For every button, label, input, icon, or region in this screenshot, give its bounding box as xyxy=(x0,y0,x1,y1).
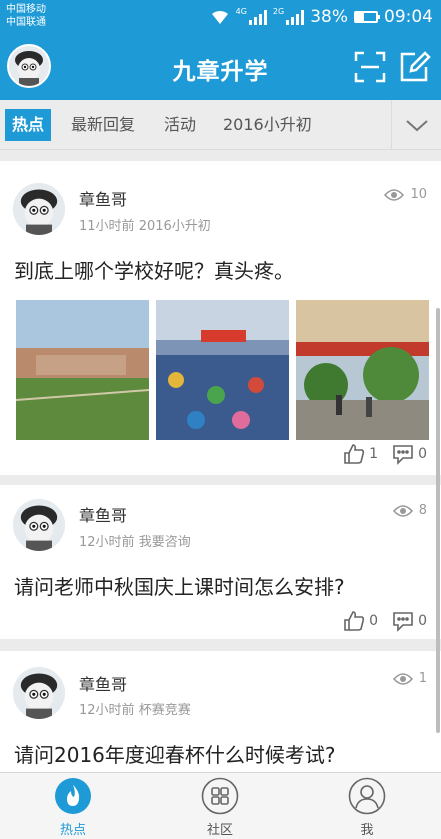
post-title[interactable]: 请问老师中秋国庆上课时间怎么安排? xyxy=(14,571,345,600)
post-time: 12小时前 xyxy=(79,703,135,718)
comment-icon xyxy=(393,612,413,632)
scan-button[interactable] xyxy=(353,50,387,84)
view-count-value: 1 xyxy=(418,671,427,686)
carrier-1: 中国移动 xyxy=(6,4,46,15)
like-button[interactable]: 0 xyxy=(343,610,378,632)
signal-icon xyxy=(248,9,267,25)
post-title[interactable]: 到底上哪个学校好呢？真头疼。 xyxy=(14,255,294,284)
scan-icon xyxy=(354,51,386,83)
network-type-1: 4G xyxy=(235,7,247,16)
post-title[interactable]: 请问2016年度迎春杯什么时候考试? xyxy=(14,739,336,768)
post-card[interactable]: 章鱼哥 12小时前 我要咨询 8 请问老师中秋国庆上课时间怎么安排? 0 0 xyxy=(0,485,441,639)
post-card[interactable]: 章鱼哥 11小时前 2016小升初 10 到底上哪个学校好呢？真头疼。 1 0 xyxy=(0,161,441,475)
comment-count: 0 xyxy=(418,446,427,462)
carrier-info: 中国移动 中国联通 xyxy=(6,3,46,29)
octopus-avatar-icon xyxy=(13,183,65,235)
battery-icon xyxy=(354,11,380,23)
post-category: 杯赛竞赛 xyxy=(138,703,191,718)
nav-community-label: 社区 xyxy=(206,823,233,838)
carrier-2: 中国联通 xyxy=(6,17,46,28)
status-indicators: 4G 2G 38% 09:04 xyxy=(210,7,433,27)
view-count-value: 8 xyxy=(418,503,427,518)
view-count: 1 xyxy=(392,671,427,686)
comment-icon xyxy=(393,445,413,465)
signal-icon-2 xyxy=(286,9,305,25)
thumbs-up-icon xyxy=(344,444,365,464)
feed-scrollbar[interactable] xyxy=(436,308,440,733)
nav-hot-label: 热点 xyxy=(59,823,86,838)
like-count: 0 xyxy=(369,613,379,629)
tab-latest-replies[interactable]: 最新回复 xyxy=(71,109,135,141)
post-image-assembly[interactable] xyxy=(156,300,289,440)
clock: 09:04 xyxy=(384,7,433,27)
comment-count: 0 xyxy=(418,613,427,629)
tab-activities[interactable]: 活动 xyxy=(164,109,196,141)
post-category: 2016小升初 xyxy=(138,219,211,234)
comment-button[interactable]: 0 xyxy=(392,610,427,632)
post-feed[interactable]: 章鱼哥 11小时前 2016小升初 10 到底上哪个学校好呢？真头疼。 1 0 … xyxy=(0,151,441,772)
view-count: 10 xyxy=(384,187,427,202)
nav-community[interactable]: 社区 xyxy=(175,777,265,838)
bottom-navigation: 热点 社区 我 xyxy=(0,772,441,839)
post-meta: 12小时前 我要咨询 xyxy=(79,531,191,550)
post-meta: 12小时前 杯赛竞赛 xyxy=(79,699,191,718)
post-image-school-gate[interactable] xyxy=(296,300,429,440)
tab-2016-xiaoshengchu[interactable]: 2016小升初 xyxy=(223,109,312,141)
status-bar: 中国移动 中国联通 4G 2G 38% 09:04 xyxy=(0,0,441,34)
battery-percent: 38% xyxy=(310,7,348,27)
post-card[interactable]: 章鱼哥 12小时前 杯赛竞赛 1 请问2016年度迎春杯什么时候考试? xyxy=(0,651,441,772)
edit-icon xyxy=(400,51,431,82)
post-meta: 11小时前 2016小升初 xyxy=(79,215,211,234)
post-time: 12小时前 xyxy=(79,535,135,550)
network-type-2: 2G xyxy=(272,7,285,16)
author-avatar[interactable] xyxy=(13,183,65,235)
eye-icon xyxy=(384,188,405,201)
wifi-icon xyxy=(211,10,228,24)
grid-icon xyxy=(201,777,239,815)
user-icon xyxy=(348,777,386,815)
flame-icon xyxy=(54,777,92,815)
post-time: 11小时前 xyxy=(79,219,135,234)
tab-hot[interactable]: 热点 xyxy=(5,109,52,141)
author-avatar[interactable] xyxy=(13,499,65,551)
nav-hot[interactable]: 热点 xyxy=(28,777,118,838)
post-category: 我要咨询 xyxy=(138,535,191,550)
octopus-avatar-icon xyxy=(13,499,65,551)
octopus-avatar-icon xyxy=(13,667,65,719)
app-header: 九章升学 xyxy=(0,34,441,100)
post-image-campus[interactable] xyxy=(16,300,149,440)
category-tabs: 热点 最新回复 活动 2016小升初 xyxy=(0,100,441,150)
author-avatar[interactable] xyxy=(13,667,65,719)
comment-button[interactable]: 0 xyxy=(392,443,427,465)
expand-tabs-button[interactable] xyxy=(391,100,441,150)
author-name[interactable]: 章鱼哥 xyxy=(79,502,127,526)
like-count: 1 xyxy=(369,446,379,462)
chevron-down-icon xyxy=(406,120,428,132)
view-count: 8 xyxy=(392,503,427,518)
nav-me[interactable]: 我 xyxy=(322,777,412,838)
author-name[interactable]: 章鱼哥 xyxy=(79,186,127,210)
post-actions: 1 0 xyxy=(343,443,427,465)
compose-button[interactable] xyxy=(397,50,431,84)
author-name[interactable]: 章鱼哥 xyxy=(79,671,127,695)
post-actions: 0 0 xyxy=(343,610,427,632)
nav-me-label: 我 xyxy=(360,823,374,838)
eye-icon xyxy=(392,504,413,517)
thumbs-up-icon xyxy=(344,611,365,631)
view-count-value: 10 xyxy=(410,187,427,202)
eye-icon xyxy=(392,672,413,685)
like-button[interactable]: 1 xyxy=(343,443,378,465)
